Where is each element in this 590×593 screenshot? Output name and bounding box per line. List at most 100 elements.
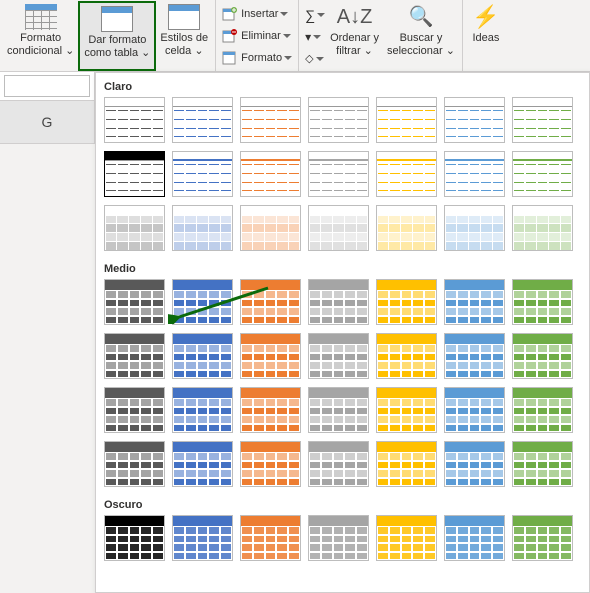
table-style-thumb[interactable] (512, 279, 573, 325)
section-light: Claro (104, 77, 583, 97)
table-style-thumb[interactable] (512, 151, 573, 197)
table-style-thumb[interactable] (444, 279, 505, 325)
table-style-thumb[interactable] (376, 441, 437, 487)
group-editing: ∑ ▾ ◇ A↓Z Ordenar y filtrar ⌄ 🔍 Buscar y… (299, 0, 463, 71)
section-medium: Medio (104, 259, 583, 279)
find-select-label: Buscar y seleccionar ⌄ (387, 32, 455, 57)
table-style-thumb[interactable] (240, 205, 301, 251)
sort-filter-icon: A↓Z (339, 4, 371, 30)
table-style-thumb[interactable] (240, 279, 301, 325)
table-style-thumb[interactable] (308, 515, 369, 561)
conditional-formatting-label: Formato condicional ⌄ (7, 32, 74, 57)
cells-column: Insertar Eliminar Formato (219, 1, 295, 71)
table-style-thumb[interactable] (240, 333, 301, 379)
table-style-thumb[interactable] (444, 205, 505, 251)
insert-icon (222, 6, 238, 22)
sort-filter-label: Ordenar y filtrar ⌄ (330, 32, 379, 57)
table-style-thumb[interactable] (172, 333, 233, 379)
autosum-column: ∑ ▾ ◇ (302, 1, 326, 71)
table-style-thumb[interactable] (308, 333, 369, 379)
table-style-thumb[interactable] (376, 151, 437, 197)
table-style-thumb[interactable] (172, 279, 233, 325)
chevron-down-icon (313, 35, 321, 39)
ribbon: Formato condicional ⌄ Dar formato como t… (0, 0, 590, 72)
table-style-thumb[interactable] (512, 97, 573, 143)
table-style-thumb[interactable] (444, 387, 505, 433)
table-style-thumb[interactable] (240, 97, 301, 143)
table-style-thumb[interactable] (376, 515, 437, 561)
section-dark: Oscuro (104, 495, 583, 515)
table-style-thumb[interactable] (104, 97, 165, 143)
name-box[interactable] (4, 75, 90, 97)
cell-styles-button[interactable]: Estilos de celda ⌄ (156, 1, 212, 71)
table-style-thumb[interactable] (104, 387, 165, 433)
table-style-thumb[interactable] (172, 205, 233, 251)
table-style-thumb[interactable] (104, 515, 165, 561)
table-style-thumb[interactable] (512, 205, 573, 251)
insert-button[interactable]: Insertar (222, 5, 292, 23)
format-icon (222, 50, 238, 66)
delete-icon (222, 28, 238, 44)
gallery-scroll[interactable]: Claro Medio Oscuro (96, 73, 589, 592)
table-style-thumb[interactable] (444, 97, 505, 143)
gallery-row (104, 151, 583, 197)
table-style-thumb[interactable] (172, 97, 233, 143)
table-style-thumb[interactable] (104, 279, 165, 325)
gallery-row (104, 279, 583, 325)
column-header[interactable]: G (0, 100, 94, 144)
chevron-down-icon (280, 12, 288, 16)
group-ideas: ⚡ Ideas (463, 0, 509, 71)
delete-button[interactable]: Eliminar (222, 27, 292, 45)
table-style-thumb[interactable] (240, 441, 301, 487)
table-style-thumb[interactable] (104, 205, 165, 251)
table-style-thumb[interactable] (376, 97, 437, 143)
ideas-label: Ideas (472, 32, 499, 45)
table-style-thumb[interactable] (512, 441, 573, 487)
table-style-thumb[interactable] (308, 441, 369, 487)
table-style-thumb[interactable] (104, 441, 165, 487)
table-style-thumb[interactable] (376, 387, 437, 433)
fill-down-icon: ▾ (305, 30, 311, 44)
sort-filter-button[interactable]: A↓Z Ordenar y filtrar ⌄ (326, 1, 383, 71)
clear-icon: ◇ (305, 52, 313, 65)
table-style-thumb[interactable] (308, 205, 369, 251)
cell-styles-label: Estilos de celda ⌄ (160, 32, 208, 57)
table-style-thumb[interactable] (512, 515, 573, 561)
table-style-thumb[interactable] (104, 333, 165, 379)
table-style-thumb[interactable] (308, 97, 369, 143)
table-style-thumb[interactable] (172, 151, 233, 197)
table-style-thumb[interactable] (104, 151, 165, 197)
find-select-button[interactable]: 🔍 Buscar y seleccionar ⌄ (383, 1, 459, 71)
table-style-thumb[interactable] (240, 387, 301, 433)
conditional-formatting-icon (25, 4, 57, 30)
table-style-thumb[interactable] (376, 279, 437, 325)
gallery-row (104, 387, 583, 433)
table-style-thumb[interactable] (308, 387, 369, 433)
table-style-thumb[interactable] (444, 515, 505, 561)
table-style-thumb[interactable] (240, 151, 301, 197)
table-style-thumb[interactable] (376, 333, 437, 379)
format-button[interactable]: Formato (222, 49, 292, 67)
table-style-thumb[interactable] (512, 387, 573, 433)
table-style-thumb[interactable] (172, 387, 233, 433)
table-style-thumb[interactable] (308, 279, 369, 325)
ideas-button[interactable]: ⚡ Ideas (466, 1, 506, 71)
table-style-thumb[interactable] (308, 151, 369, 197)
clear-button[interactable]: ◇ (305, 51, 323, 66)
fill-button[interactable]: ▾ (305, 29, 323, 45)
gallery-row (104, 97, 583, 143)
autosum-button[interactable]: ∑ (305, 6, 323, 24)
table-style-thumb[interactable] (376, 205, 437, 251)
format-label: Formato (241, 52, 282, 64)
cell-styles-icon (168, 4, 200, 30)
table-style-thumb[interactable] (172, 441, 233, 487)
group-cells: Insertar Eliminar Formato (216, 0, 299, 71)
format-as-table-button[interactable]: Dar formato como tabla ⌄ (78, 1, 156, 71)
table-style-thumb[interactable] (172, 515, 233, 561)
table-style-thumb[interactable] (240, 515, 301, 561)
table-style-thumb[interactable] (444, 333, 505, 379)
table-style-thumb[interactable] (444, 441, 505, 487)
conditional-formatting-button[interactable]: Formato condicional ⌄ (3, 1, 78, 71)
table-style-thumb[interactable] (444, 151, 505, 197)
table-style-thumb[interactable] (512, 333, 573, 379)
